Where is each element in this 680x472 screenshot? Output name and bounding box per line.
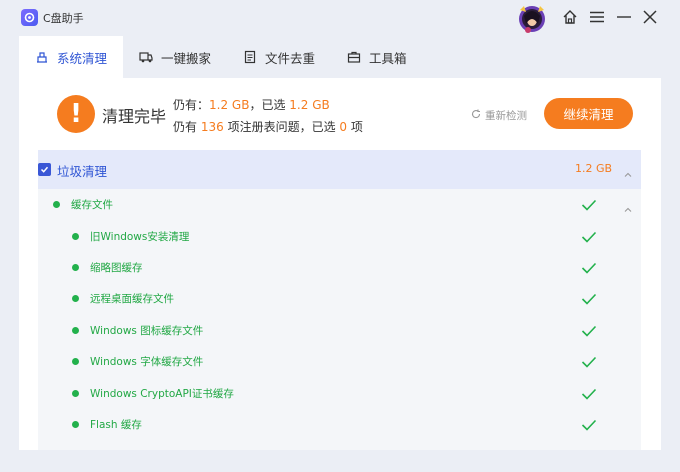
tab-one-click-move[interactable]: 一键搬家 bbox=[123, 36, 227, 78]
status-dot bbox=[53, 201, 60, 208]
main-panel: ! 清理完毕 仍有：1.2 GB，已选 1.2 GB 仍有 136 项注册表问题… bbox=[19, 78, 661, 450]
list-item[interactable]: 远程桌面缓存文件 bbox=[38, 283, 641, 314]
status-dot bbox=[72, 264, 79, 271]
registry-issue-line: 仍有 136 项注册表问题，已选 0 项 bbox=[173, 118, 363, 135]
warning-icon: ! bbox=[57, 95, 95, 133]
check-icon bbox=[581, 354, 597, 368]
item-label: 缩略图缓存 bbox=[90, 262, 143, 274]
tab-label: 文件去重 bbox=[265, 50, 316, 66]
selected-size: 1.2 GB bbox=[289, 98, 330, 112]
registry-mid: 项注册表问题，已选 bbox=[227, 120, 336, 134]
broom-icon bbox=[35, 50, 49, 64]
category-checkbox[interactable] bbox=[38, 163, 51, 176]
check-icon bbox=[581, 291, 597, 305]
status-dot bbox=[72, 327, 79, 334]
subcategory-label: 缓存文件 bbox=[71, 199, 113, 211]
chevron-up-icon[interactable] bbox=[623, 200, 633, 212]
list-item[interactable]: 缩略图缓存 bbox=[38, 252, 641, 283]
remaining-size-line: 仍有：1.2 GB，已选 1.2 GB bbox=[173, 96, 330, 113]
item-label: 旧Windows安装清理 bbox=[90, 231, 190, 243]
close-icon[interactable] bbox=[640, 7, 660, 27]
selected-prefix: ，已选 bbox=[249, 98, 286, 112]
check-icon bbox=[581, 229, 597, 243]
truck-icon bbox=[139, 50, 153, 64]
chevron-up-icon[interactable] bbox=[623, 165, 633, 177]
item-label: Flash 缓存 bbox=[90, 419, 142, 431]
item-label: Windows 图标缓存文件 bbox=[90, 325, 204, 337]
minimize-icon[interactable] bbox=[614, 7, 634, 27]
status-dot bbox=[72, 295, 79, 302]
toolbox-icon bbox=[347, 50, 361, 64]
document-icon bbox=[243, 50, 257, 64]
check-icon bbox=[581, 417, 597, 431]
remaining-prefix: 仍有： bbox=[173, 98, 210, 112]
tab-label: 一键搬家 bbox=[161, 50, 212, 66]
tab-label: 工具箱 bbox=[369, 50, 407, 66]
registry-prefix: 仍有 bbox=[173, 120, 198, 134]
check-icon bbox=[581, 323, 597, 337]
user-avatar[interactable] bbox=[514, 4, 550, 34]
subcategory-row[interactable]: 缓存文件 bbox=[38, 189, 641, 220]
clean-list[interactable]: 垃圾清理 1.2 GB 缓存文件 旧Windows安装清理 缩略图缓存 远程桌面… bbox=[38, 150, 641, 450]
clean-summary: ! 清理完毕 仍有：1.2 GB，已选 1.2 GB 仍有 136 项注册表问题… bbox=[19, 78, 661, 150]
list-item[interactable]: 旧Windows安装清理 bbox=[38, 221, 641, 252]
remaining-size: 1.2 GB bbox=[209, 98, 250, 112]
registry-suffix: 项 bbox=[350, 120, 363, 134]
category-size: 1.2 GB bbox=[575, 162, 613, 175]
app-title: C盘助手 bbox=[43, 12, 84, 25]
tab-file-dedup[interactable]: 文件去重 bbox=[227, 36, 331, 78]
category-row[interactable]: 垃圾清理 1.2 GB bbox=[38, 150, 641, 189]
menu-icon[interactable] bbox=[587, 7, 607, 27]
selected-issue-count: 0 bbox=[339, 120, 348, 134]
app-logo-icon bbox=[21, 9, 38, 26]
status-dot bbox=[72, 233, 79, 240]
check-icon bbox=[581, 260, 597, 274]
status-dot bbox=[72, 390, 79, 397]
tab-toolbox[interactable]: 工具箱 bbox=[331, 36, 423, 78]
refresh-icon bbox=[471, 109, 481, 122]
registry-issue-count: 136 bbox=[200, 120, 224, 134]
item-label: Windows 字体缓存文件 bbox=[90, 356, 204, 368]
list-item[interactable]: Windows 图标缓存文件 bbox=[38, 315, 641, 346]
check-icon bbox=[581, 197, 597, 211]
status-dot bbox=[72, 358, 79, 365]
summary-title: 清理完毕 bbox=[102, 107, 167, 126]
list-item[interactable]: Flash 缓存 bbox=[38, 409, 641, 440]
item-label: 远程桌面缓存文件 bbox=[90, 293, 174, 305]
continue-clean-button[interactable]: 继续清理 bbox=[544, 98, 633, 129]
recheck-button[interactable]: 重新检测 bbox=[471, 108, 527, 123]
list-item[interactable]: Windows 字体缓存文件 bbox=[38, 346, 641, 377]
title-bar: C盘助手 bbox=[0, 0, 680, 36]
home-icon[interactable] bbox=[560, 7, 580, 27]
tab-label: 系统清理 bbox=[57, 50, 108, 66]
list-item[interactable]: Windows CryptoAPI证书缓存 bbox=[38, 378, 641, 409]
tab-bar: 系统清理 一键搬家 文件去重 工具箱 bbox=[19, 36, 423, 78]
tab-system-clean[interactable]: 系统清理 bbox=[19, 36, 124, 78]
status-dot bbox=[72, 421, 79, 428]
check-icon bbox=[581, 386, 597, 400]
recheck-label: 重新检测 bbox=[485, 110, 527, 122]
item-label: Windows CryptoAPI证书缓存 bbox=[90, 388, 234, 400]
category-label: 垃圾清理 bbox=[57, 164, 108, 179]
